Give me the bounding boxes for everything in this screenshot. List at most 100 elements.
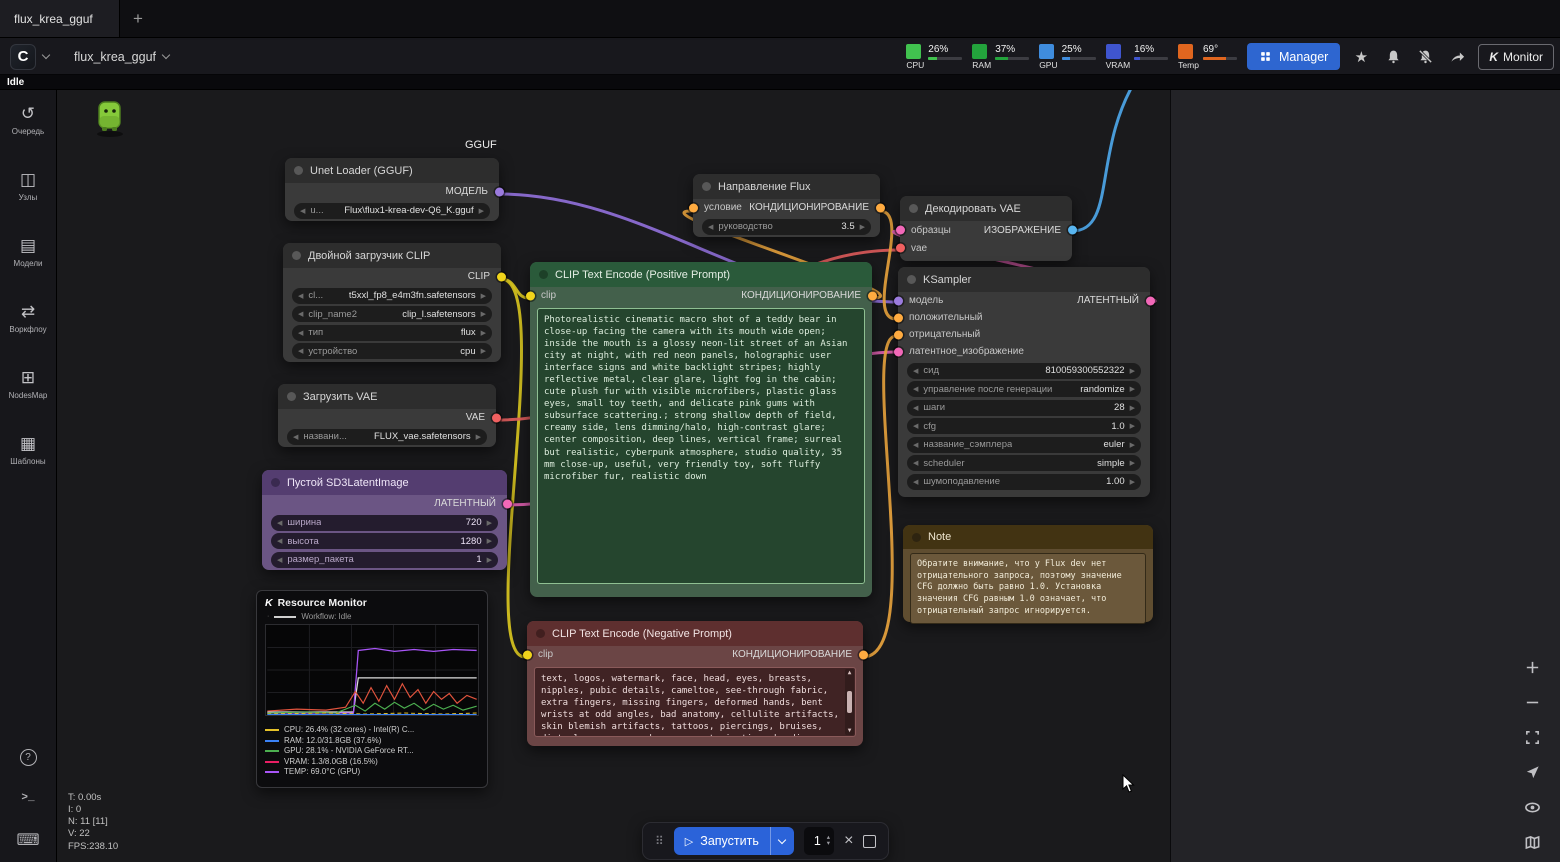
model-output-pin[interactable]: [495, 187, 504, 196]
collapse-dot[interactable]: [294, 166, 303, 175]
node-ksampler[interactable]: KSampler модель ЛАТЕНТНЫЙ положительный …: [898, 267, 1150, 497]
step-down-icon[interactable]: ▾: [827, 841, 830, 847]
widget-control-after-generate[interactable]: управление после генерации randomize: [907, 381, 1141, 397]
right-side-panel[interactable]: [1170, 90, 1560, 862]
sidebar-item-workflows[interactable]: ⇄ Воркфлоу: [0, 302, 56, 368]
node-dual-clip-loader[interactable]: Двойной загрузчик CLIP CLIP cl... t5xxl_…: [283, 243, 501, 362]
new-workflow-tab-button[interactable]: +: [120, 0, 156, 37]
node-load-vae[interactable]: Загрузить VAE VAE названи... FLUX_vae.sa…: [278, 384, 496, 447]
widget-vae-name[interactable]: названи... FLUX_vae.safetensors: [287, 429, 487, 445]
zoom-out-icon[interactable]: [1519, 691, 1545, 713]
node-resource-monitor[interactable]: K Resource Monitor · Workflow: Idle: [256, 590, 488, 788]
sidebar-item-models[interactable]: ▤ Модели: [0, 236, 56, 302]
node-clip-text-encode-negative[interactable]: CLIP Text Encode (Negative Prompt) clip …: [527, 621, 863, 746]
bell-icon[interactable]: [1382, 46, 1404, 68]
temp-monitor[interactable]: Temp 69°: [1178, 44, 1237, 70]
select-tool-icon[interactable]: [1519, 761, 1545, 783]
collapse-dot[interactable]: [912, 533, 921, 542]
positive-input-pin[interactable]: [894, 313, 903, 322]
gpu-monitor[interactable]: GPU 25%: [1039, 44, 1095, 70]
widget-type[interactable]: тип flux: [292, 325, 492, 341]
vae-output-pin[interactable]: [492, 413, 501, 422]
widget-steps[interactable]: шаги 28: [907, 400, 1141, 416]
workflow-name[interactable]: flux_krea_gguf: [74, 50, 156, 64]
collapse-dot[interactable]: [271, 478, 280, 487]
vae-input-pin[interactable]: [896, 244, 905, 253]
graph-canvas[interactable]: GGUF Unet Loader (GGUF) МОДЕЛЬ u... Flux…: [57, 90, 1170, 862]
sidebar-item-nodesmap[interactable]: ⊞ NodesMap: [0, 368, 56, 434]
negative-input-pin[interactable]: [894, 330, 903, 339]
conditioning-input-pin[interactable]: [689, 203, 698, 212]
node-note[interactable]: Note Обратите внимание, что у Flux dev н…: [903, 525, 1153, 622]
collapse-dot[interactable]: [536, 629, 545, 638]
collapse-dot[interactable]: [907, 275, 916, 284]
run-options-caret[interactable]: [770, 827, 794, 855]
widget-clip-name1[interactable]: cl... t5xxl_fp8_e4m3fn.safetensors: [292, 288, 492, 304]
samples-input-pin[interactable]: [896, 226, 905, 235]
widget-cfg[interactable]: cfg 1.0: [907, 418, 1141, 434]
sidebar-item-queue[interactable]: ↺ Очередь: [0, 104, 56, 170]
node-empty-sd3-latent[interactable]: Пустой SD3LatentImage ЛАТЕНТНЫЙ ширина 7…: [262, 470, 507, 570]
chevron-down-icon[interactable]: [42, 51, 50, 59]
widget-width[interactable]: ширина 720: [271, 515, 498, 531]
chevron-down-icon[interactable]: [162, 51, 170, 59]
link-clip-negative[interactable]: [501, 279, 525, 657]
workflow-tab[interactable]: flux_krea_gguf: [0, 0, 120, 37]
widget-sampler-name[interactable]: название_сэмплера euler: [907, 437, 1141, 453]
widget-scheduler[interactable]: scheduler simple: [907, 455, 1141, 471]
manager-button[interactable]: Manager: [1247, 43, 1340, 70]
widget-unet-name[interactable]: u... Flux\flux1-krea-dev-Q6_K.gguf: [294, 203, 490, 219]
conditioning-output-pin[interactable]: [876, 203, 885, 212]
ram-monitor[interactable]: RAM 37%: [972, 44, 1029, 70]
model-input-pin[interactable]: [894, 296, 903, 305]
node-unet-loader-gguf[interactable]: Unet Loader (GGUF) МОДЕЛЬ u... Flux\flux…: [285, 158, 499, 221]
widget-batch-size[interactable]: размер_пакета 1: [271, 552, 498, 568]
collapse-dot[interactable]: [292, 251, 301, 260]
run-button[interactable]: ▷ Запустить: [674, 827, 794, 855]
widget-guidance[interactable]: руководство 3.5: [702, 219, 871, 235]
negative-prompt-textarea[interactable]: text, logos, watermark, face, head, eyes…: [534, 667, 856, 737]
image-output-pin[interactable]: [1068, 226, 1077, 235]
node-vae-decode[interactable]: Декодировать VAE образцы ИЗОБРАЖЕНИЕ vae: [900, 196, 1072, 261]
scrollbar-thumb[interactable]: [847, 691, 852, 713]
widget-clip-name2[interactable]: clip_name2 clip_l.safetensors: [292, 306, 492, 322]
bell-off-icon[interactable]: [1414, 46, 1436, 68]
widget-device[interactable]: устройство cpu: [292, 343, 492, 359]
drag-handle-icon[interactable]: ⠿: [655, 834, 664, 848]
latent-image-input-pin[interactable]: [894, 347, 903, 356]
widget-height[interactable]: высота 1280: [271, 533, 498, 549]
terminal-icon[interactable]: >_: [21, 792, 34, 804]
collapse-dot[interactable]: [539, 270, 548, 279]
collapse-dot[interactable]: [287, 392, 296, 401]
zoom-in-icon[interactable]: [1519, 656, 1545, 678]
node-clip-text-encode-positive[interactable]: CLIP Text Encode (Positive Prompt) clip …: [530, 262, 872, 597]
stop-icon[interactable]: [863, 835, 876, 848]
minimap-icon[interactable]: [1519, 831, 1545, 853]
share-icon[interactable]: [1446, 46, 1468, 68]
conditioning-output-pin[interactable]: [859, 650, 868, 659]
cpu-monitor[interactable]: CPU 26%: [906, 44, 962, 70]
clip-input-pin[interactable]: [523, 650, 532, 659]
comfyui-logo[interactable]: C: [10, 44, 36, 70]
node-flux-guidance[interactable]: Направление Flux условие КОНДИЦИОНИРОВАН…: [693, 174, 880, 237]
scrollbar[interactable]: ▲▼: [845, 669, 854, 735]
widget-denoise[interactable]: шумоподавление 1.00: [907, 474, 1141, 490]
latent-output-pin[interactable]: [1146, 296, 1155, 305]
collapse-dot[interactable]: [702, 182, 711, 191]
clear-queue-icon[interactable]: ×: [844, 833, 853, 849]
batch-count-stepper[interactable]: 1 ▴▾: [804, 827, 834, 855]
fit-view-icon[interactable]: [1519, 726, 1545, 748]
clip-input-pin[interactable]: [526, 291, 535, 300]
toggle-visibility-icon[interactable]: [1519, 796, 1545, 818]
latent-output-pin[interactable]: [503, 499, 512, 508]
sidebar-item-templates[interactable]: ▦ Шаблоны: [0, 434, 56, 500]
help-icon[interactable]: ?: [20, 749, 37, 766]
positive-prompt-textarea[interactable]: Photorealistic cinematic macro shot of a…: [537, 308, 865, 584]
vram-monitor[interactable]: VRAM 16%: [1106, 44, 1169, 70]
star-icon[interactable]: ★: [1350, 46, 1372, 68]
conditioning-output-pin[interactable]: [868, 291, 877, 300]
keybinding-icon[interactable]: ⌨: [16, 830, 39, 850]
clip-output-pin[interactable]: [497, 272, 506, 281]
note-textarea[interactable]: Обратите внимание, что у Flux dev нет от…: [910, 553, 1146, 624]
collapse-dot[interactable]: [909, 204, 918, 213]
